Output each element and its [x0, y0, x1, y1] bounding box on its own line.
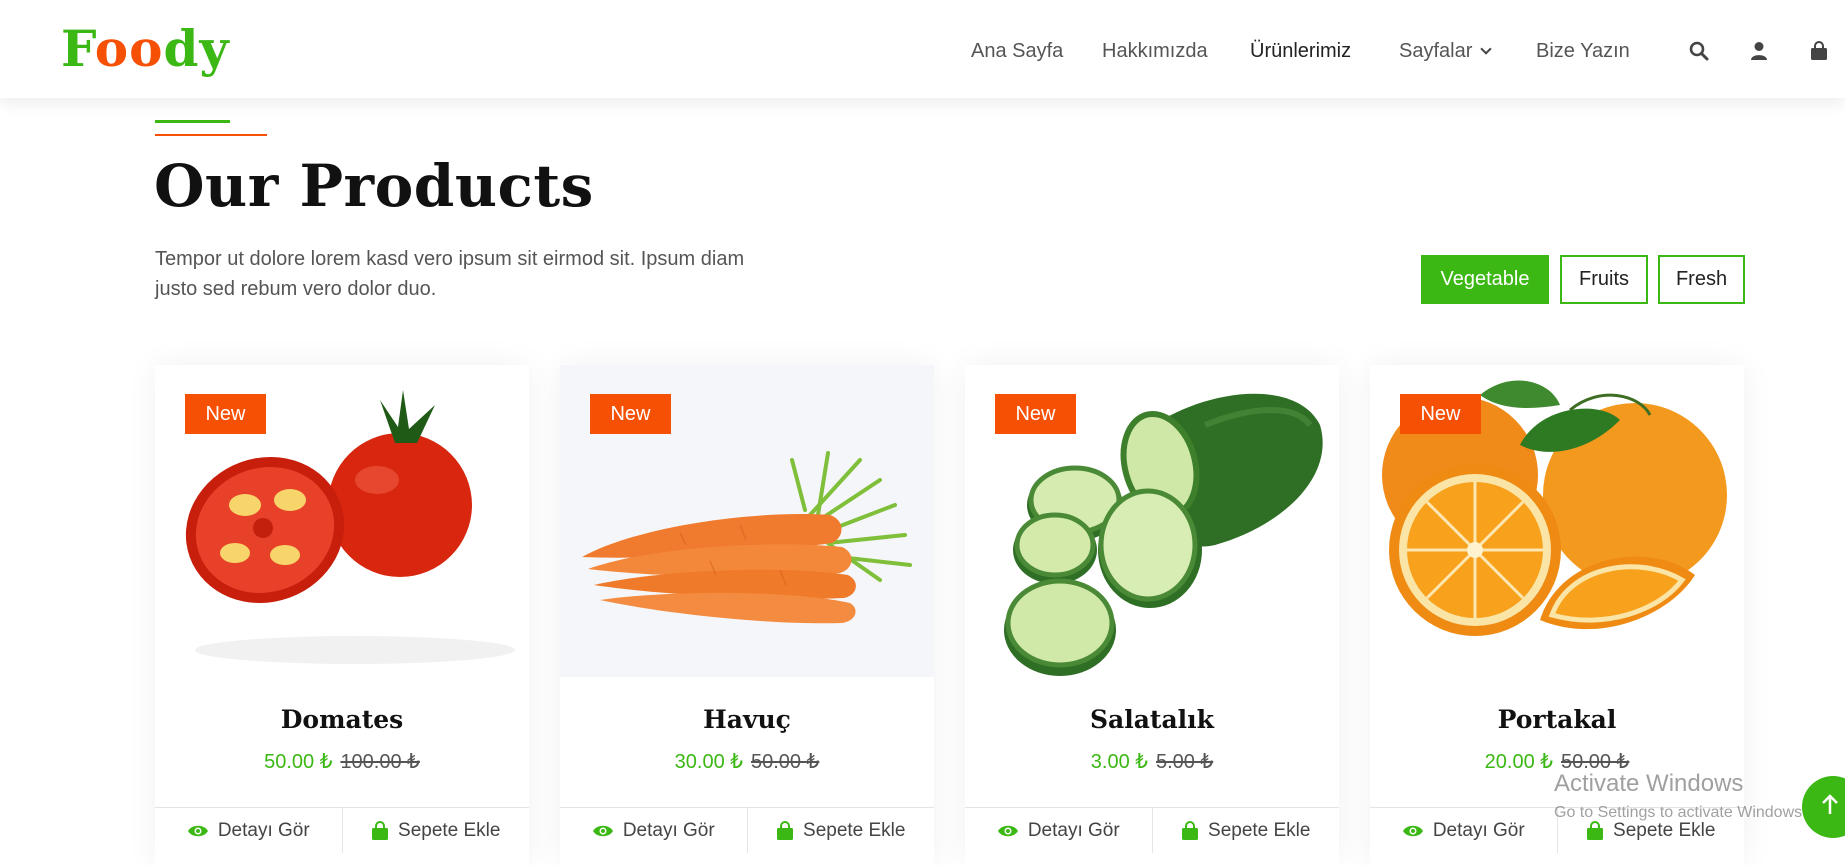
new-badge: New	[185, 394, 266, 434]
card-actions: Detayı Gör Sepete Ekle	[560, 807, 934, 853]
shopping-bag-icon	[372, 820, 389, 840]
view-detail-label: Detayı Gör	[622, 819, 715, 841]
nav-home[interactable]: Ana Sayfa	[971, 40, 1063, 63]
main-nav: Ana Sayfa Hakkımızda Ürünlerimiz Sayfala…	[0, 0, 1845, 98]
product-image-orange[interactable]: New	[1370, 365, 1744, 677]
add-to-cart-button[interactable]: Sepete Ekle	[746, 808, 935, 853]
eye-icon	[592, 825, 613, 836]
add-to-cart-label: Sepete Ekle	[803, 819, 906, 841]
product-image-carrot[interactable]: New	[560, 365, 934, 677]
add-to-cart-label: Sepete Ekle	[1208, 819, 1311, 841]
new-badge: New	[590, 394, 671, 434]
product-price: 50.00 ₺ 100.00 ₺	[155, 749, 529, 774]
product-price: 3.00 ₺ 5.00 ₺	[965, 749, 1339, 774]
nav-contact[interactable]: Bize Yazın	[1536, 40, 1630, 63]
old-price: 50.00 ₺	[751, 751, 820, 773]
product-price: 30.00 ₺ 50.00 ₺	[560, 749, 934, 774]
filter-fruits[interactable]: Fruits	[1560, 255, 1648, 304]
product-name[interactable]: Salatalık	[965, 705, 1339, 734]
view-detail-button[interactable]: Detayı Gör	[1370, 808, 1557, 853]
current-price: 3.00 ₺	[1090, 751, 1148, 773]
new-badge: New	[995, 394, 1076, 434]
shopping-bag-icon	[1587, 820, 1604, 840]
product-name[interactable]: Domates	[155, 705, 529, 734]
arrow-up-icon	[1822, 794, 1838, 814]
add-to-cart-label: Sepete Ekle	[398, 819, 501, 841]
view-detail-label: Detayı Gör	[1432, 819, 1525, 841]
product-card-salatalik: New Salatalık 3.00 ₺ 5.00 ₺ Detayı Gör Se…	[965, 365, 1339, 865]
product-name[interactable]: Havuç	[560, 705, 934, 734]
product-name[interactable]: Portakal	[1370, 705, 1744, 734]
old-price: 100.00 ₺	[340, 751, 420, 773]
product-card-domates: New Domates 50.00 ₺ 100.00 ₺ Detayı Gör S…	[155, 365, 529, 865]
product-image-tomato[interactable]: New	[155, 365, 529, 677]
section-title: Our Products	[154, 152, 594, 220]
user-icon[interactable]	[1748, 40, 1770, 62]
current-price: 50.00 ₺	[264, 751, 333, 773]
current-price: 20.00 ₺	[1484, 751, 1553, 773]
filter-vegetable[interactable]: Vegetable	[1421, 255, 1549, 304]
shopping-bag-icon	[1182, 820, 1199, 840]
eye-icon	[187, 825, 208, 836]
shopping-bag-icon[interactable]	[1808, 40, 1830, 62]
card-actions: Detayı Gör Sepete Ekle	[155, 807, 529, 853]
section-description: Tempor ut dolore lorem kasd vero ipsum s…	[155, 248, 745, 300]
title-line-green	[155, 120, 230, 123]
watermark-subtitle: Go to Settings to activate Windows.	[1554, 804, 1807, 821]
view-detail-button[interactable]: Detayı Gör	[560, 808, 747, 853]
card-actions: Detayı Gör Sepete Ekle	[965, 807, 1339, 853]
chevron-down-icon	[1480, 43, 1493, 55]
nav-pages-dropdown[interactable]: Sayfalar	[1399, 40, 1493, 63]
view-detail-label: Detayı Gör	[1027, 819, 1120, 841]
new-badge: New	[1400, 394, 1481, 434]
product-image-cucumber[interactable]: New	[965, 365, 1339, 677]
windows-activation-watermark: Activate Windows Go to Settings to activ…	[1554, 770, 1807, 822]
filter-fresh[interactable]: Fresh	[1658, 255, 1745, 304]
nav-pages-label: Sayfalar	[1399, 40, 1473, 62]
add-to-cart-label: Sepete Ekle	[1613, 819, 1716, 841]
view-detail-button[interactable]: Detayı Gör	[965, 808, 1152, 853]
current-price: 30.00 ₺	[674, 751, 743, 773]
view-detail-label: Detayı Gör	[217, 819, 310, 841]
search-icon[interactable]	[1688, 40, 1710, 62]
back-to-top-button[interactable]	[1802, 776, 1845, 838]
navbar: Foody Ana Sayfa Hakkımızda Ürünlerimiz S…	[0, 0, 1845, 98]
nav-products[interactable]: Ürünlerimiz	[1250, 40, 1351, 63]
shopping-bag-icon	[777, 820, 794, 840]
add-to-cart-button[interactable]: Sepete Ekle	[1151, 808, 1340, 853]
old-price: 5.00 ₺	[1156, 751, 1214, 773]
eye-icon	[1402, 825, 1423, 836]
watermark-title: Activate Windows	[1554, 770, 1744, 797]
nav-about[interactable]: Hakkımızda	[1102, 40, 1208, 63]
product-card-havuc: New Havuç 30.00 ₺ 50.00 ₺ Detayı Gör Sepe…	[560, 365, 934, 865]
title-line-orange	[155, 134, 267, 136]
view-detail-button[interactable]: Detayı Gör	[155, 808, 342, 853]
eye-icon	[997, 825, 1018, 836]
add-to-cart-button[interactable]: Sepete Ekle	[341, 808, 530, 853]
